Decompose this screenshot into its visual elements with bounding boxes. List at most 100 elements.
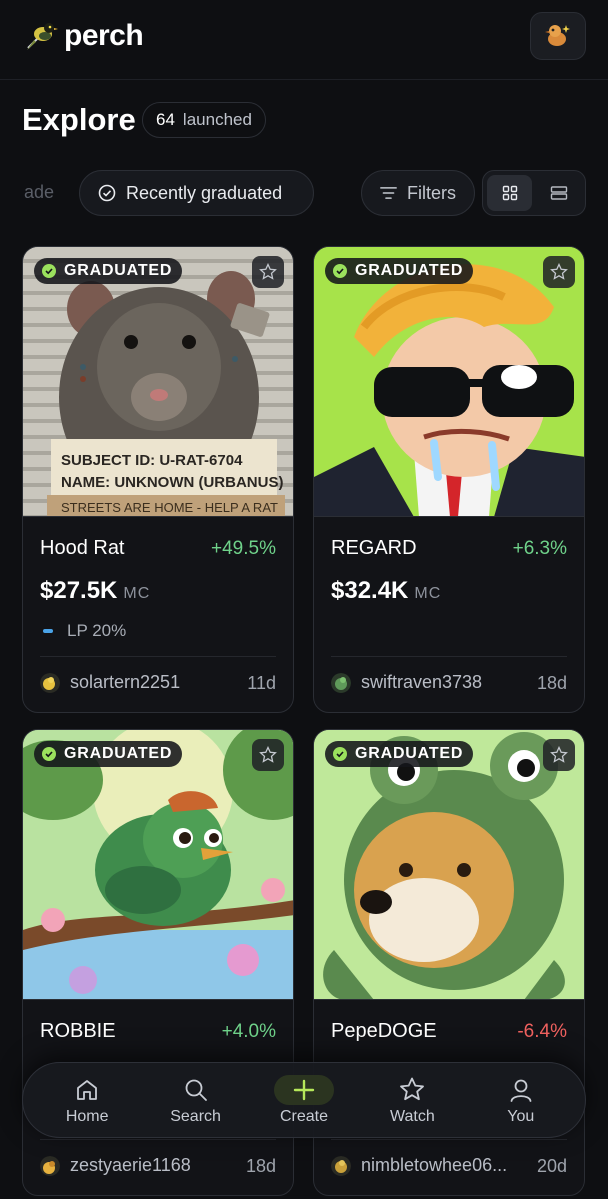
- creator[interactable]: solartern2251: [40, 672, 180, 693]
- card-body: REGARD +6.3% $32.4K MC swiftraven3738 18d: [314, 517, 584, 712]
- star-icon: [259, 746, 277, 763]
- pepedoge-image: [314, 730, 584, 999]
- price-change: -6.4%: [517, 1021, 567, 1042]
- check-icon: [333, 264, 347, 278]
- token-name: REGARD: [331, 537, 417, 559]
- divider: [40, 656, 276, 657]
- app-name: perch: [64, 19, 144, 52]
- lp-progress-bar: [43, 629, 53, 633]
- token-image: GRADUATED: [23, 730, 293, 1000]
- filters-button[interactable]: Filters: [361, 170, 475, 216]
- token-age: 20d: [536, 1156, 567, 1176]
- view-toggle: [482, 170, 586, 216]
- filters-label: Filters: [407, 182, 456, 203]
- token-name: ROBBIE: [40, 1020, 116, 1042]
- page-title: Explore: [22, 102, 136, 137]
- graduated-badge: GRADUATED: [34, 258, 183, 284]
- check-icon: [42, 264, 56, 278]
- creator[interactable]: swiftraven3738: [331, 672, 482, 693]
- nav-watch[interactable]: Watch: [362, 1070, 462, 1130]
- hood-rat-image: SUBJECT ID: U-RAT-6704 NAME: UNKNOWN (UR…: [23, 247, 293, 516]
- grid-view-button[interactable]: [487, 175, 532, 211]
- divider: [40, 1139, 276, 1140]
- creator-avatar: [40, 1155, 60, 1176]
- creator-avatar: [331, 1155, 351, 1176]
- graduated-badge: GRADUATED: [325, 258, 474, 284]
- divider: [331, 1139, 567, 1140]
- grid-icon: [502, 185, 517, 201]
- star-icon: [259, 263, 277, 280]
- nav-search-label: Search: [170, 1107, 221, 1125]
- star-icon: [550, 263, 568, 280]
- nav-create[interactable]: Create: [254, 1070, 354, 1130]
- token-card-regard[interactable]: GRADUATED REGARD +6.3% $32.4K MC swiftrav…: [313, 246, 585, 713]
- badge-label: GRADUATED: [64, 262, 173, 279]
- market-cap-unit: MC: [414, 585, 442, 602]
- favorite-star-button[interactable]: [543, 739, 575, 771]
- filter-chip-recently-graduated[interactable]: Recently graduated: [79, 170, 314, 216]
- nav-search[interactable]: Search: [146, 1070, 246, 1130]
- market-cap-value: $27.5K: [40, 577, 118, 604]
- nav-watch-label: Watch: [389, 1107, 435, 1125]
- card-body: Hood Rat +49.5% $27.5K MC LP 20% solarter…: [23, 517, 293, 712]
- graduated-badge: GRADUATED: [34, 741, 183, 767]
- price-change: +4.0%: [221, 1021, 276, 1042]
- token-card-hood-rat[interactable]: SUBJECT ID: U-RAT-6704 NAME: UNKNOWN (UR…: [22, 246, 294, 713]
- badge-label: GRADUATED: [64, 745, 173, 762]
- star-icon: [398, 1075, 426, 1105]
- creator[interactable]: zestyaerie1168: [40, 1155, 191, 1176]
- creator-name: zestyaerie1168: [70, 1155, 191, 1175]
- home-icon: [74, 1075, 100, 1105]
- filter-chip-previous[interactable]: ade: [24, 182, 54, 203]
- token-age: 18d: [536, 673, 567, 693]
- creator-name: nimbletowhee06...: [361, 1155, 508, 1175]
- badge-label: GRADUATED: [355, 745, 464, 762]
- liquidity-progress: LP 20%: [43, 621, 126, 641]
- filter-lines-icon: [380, 187, 397, 199]
- token-image: SUBJECT ID: U-RAT-6704 NAME: UNKNOWN (UR…: [23, 247, 293, 517]
- perch-logo[interactable]: perch: [24, 18, 144, 54]
- search-icon: [183, 1075, 209, 1105]
- creator-name: solartern2251: [70, 672, 181, 692]
- nav-you[interactable]: You: [471, 1070, 571, 1130]
- filter-row: ade Recently graduated Filters: [0, 170, 608, 216]
- bottom-nav: Home Search Create Watch You: [22, 1062, 586, 1138]
- creator-avatar: [40, 672, 60, 693]
- favorite-star-button[interactable]: [252, 739, 284, 771]
- creator-name: swiftraven3738: [361, 672, 483, 692]
- token-name: PepeDOGE: [331, 1020, 437, 1042]
- profile-avatar-icon: [545, 25, 570, 46]
- price-change: +49.5%: [211, 538, 276, 559]
- nav-home-label: Home: [65, 1107, 109, 1125]
- app-header: perch: [0, 0, 608, 80]
- token-age: 18d: [245, 1156, 276, 1176]
- user-icon: [508, 1075, 534, 1105]
- launched-count: 64: [156, 110, 175, 129]
- plus-icon: [273, 1074, 334, 1105]
- graduated-badge: GRADUATED: [325, 741, 474, 767]
- market-cap-unit: MC: [123, 585, 151, 602]
- badge-label: GRADUATED: [355, 262, 464, 279]
- creator-avatar: [331, 672, 351, 693]
- token-name: Hood Rat: [40, 537, 125, 559]
- list-view-button[interactable]: [536, 175, 581, 211]
- favorite-star-button[interactable]: [252, 256, 284, 288]
- launched-count-badge: 64 launched: [142, 102, 266, 138]
- check-icon: [42, 747, 56, 761]
- token-image: GRADUATED: [314, 247, 584, 517]
- check-icon: [333, 747, 347, 761]
- profile-avatar-button[interactable]: [530, 12, 586, 60]
- market-cap-value: $32.4K: [331, 577, 409, 604]
- token-age: 11d: [247, 673, 276, 693]
- creator[interactable]: nimbletowhee06...: [331, 1155, 507, 1176]
- star-icon: [550, 746, 568, 763]
- divider: [331, 656, 567, 657]
- price-change: +6.3%: [512, 538, 567, 559]
- list-icon: [550, 186, 567, 200]
- lp-label: LP 20%: [67, 621, 127, 640]
- nav-create-label: Create: [279, 1107, 328, 1125]
- bird-logo-icon: [27, 23, 58, 50]
- favorite-star-button[interactable]: [543, 256, 575, 288]
- nav-you-label: You: [507, 1107, 535, 1125]
- nav-home[interactable]: Home: [37, 1070, 137, 1130]
